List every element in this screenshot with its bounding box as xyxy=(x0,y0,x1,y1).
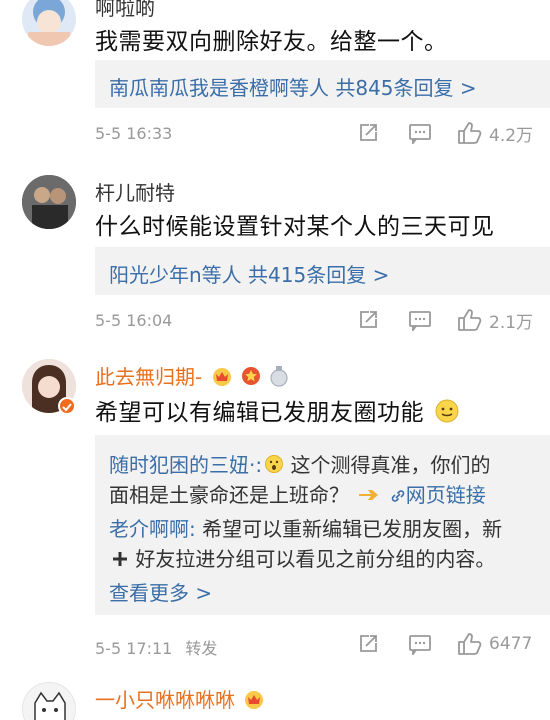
comment-3: 此去無归期- 希望可以有编辑已发朋友圈功能 随时犯困的三妞·: 这个测得真准，你… xyxy=(0,345,550,670)
reply-item-cont: 好友拉进分组可以看见之前分组的内容。 xyxy=(109,543,495,573)
comment-text: 希望可以有编辑已发朋友圈功能 xyxy=(95,393,460,430)
reply-text: 希望可以重新编辑已发朋友圈，新 xyxy=(195,517,503,541)
view-more-link[interactable]: 查看更多 > xyxy=(109,577,212,606)
comment-icon[interactable] xyxy=(408,120,432,146)
reply-summary-box[interactable]: 南瓜南瓜我是香橙啊等人 共845条回复 > xyxy=(95,60,550,108)
verified-badge-icon xyxy=(58,397,76,415)
like-count: 6477 xyxy=(489,634,533,654)
reply-text: 面相是土豪命还是上班命？ xyxy=(109,483,349,507)
link-icon[interactable] xyxy=(390,485,406,509)
comment-1: 啊啦啲 我需要双向删除好友。给整一个。 南瓜南瓜我是香橙啊等人 共845条回复 … xyxy=(0,0,550,165)
like-button[interactable]: 2.1万 xyxy=(457,307,533,333)
share-icon[interactable] xyxy=(357,307,379,333)
web-link[interactable]: 网页链接 xyxy=(406,483,486,507)
reply-user[interactable]: 老介啊啊: xyxy=(109,517,196,541)
reply-text: 好友拉进分组可以看见之前分组的内容。 xyxy=(135,547,496,571)
reply-user[interactable]: 随时犯困的三妞·: xyxy=(109,453,262,477)
avatar[interactable] xyxy=(22,175,76,229)
vip-crown-icon xyxy=(243,689,265,714)
comment-author[interactable]: 啊啦啲 xyxy=(95,0,155,21)
shocked-emoji-icon xyxy=(264,454,284,479)
comment-time: 5-5 16:33 xyxy=(95,124,173,143)
like-button[interactable]: 6477 xyxy=(457,631,532,657)
comment-4: 一小只咻咻咻咻 xyxy=(0,670,550,720)
comment-text-content: 希望可以有编辑已发朋友圈功能 xyxy=(95,400,424,426)
avatar[interactable] xyxy=(22,682,76,720)
share-icon[interactable] xyxy=(357,120,379,146)
like-count: 2.1万 xyxy=(489,312,534,333)
medal-icon xyxy=(241,366,261,391)
comment-icon[interactable] xyxy=(408,307,432,333)
comment-author[interactable]: 此去無归期- xyxy=(95,361,289,392)
comment-author[interactable]: 一小只咻咻咻咻 xyxy=(95,684,265,714)
reply-item[interactable]: 随时犯困的三妞·: 这个测得真准，你们的 xyxy=(109,449,490,479)
reply-text: 这个测得真准，你们的 xyxy=(284,453,491,477)
author-name-text: 此去無归期- xyxy=(95,365,203,389)
reply-item-cont: 面相是土豪命还是上班命？ 网页链接 xyxy=(109,479,486,509)
comment-time: 5-5 17:11 xyxy=(95,639,173,658)
plus-icon xyxy=(111,549,129,573)
reply-thread-box: 随时犯困的三妞·: 这个测得真准，你们的 面相是土豪命还是上班命？ 网页链接 老… xyxy=(95,435,550,615)
reply-summary-box[interactable]: 阳光少年n等人 共415条回复 > xyxy=(95,247,550,295)
comment-time: 5-5 16:04 xyxy=(95,311,173,330)
comment-author[interactable]: 杆儿耐特 xyxy=(95,177,175,206)
reply-item[interactable]: 老介啊啊: 希望可以重新编辑已发朋友圈，新 xyxy=(109,513,502,542)
avatar[interactable] xyxy=(22,0,76,46)
like-icon xyxy=(458,122,482,144)
like-icon xyxy=(458,309,482,331)
award-icon xyxy=(269,365,289,392)
comment-meta: 5-5 17:11 转发 xyxy=(95,635,217,659)
like-button[interactable]: 4.2万 xyxy=(457,120,533,146)
point-right-emoji-icon xyxy=(357,485,381,509)
comment-text: 我需要双向删除好友。给整一个。 xyxy=(95,29,448,55)
vip-crown-icon xyxy=(211,366,233,391)
smile-emoji-icon xyxy=(434,398,460,430)
author-name-text: 一小只咻咻咻咻 xyxy=(95,688,235,712)
comment-icon[interactable] xyxy=(408,631,432,657)
like-icon xyxy=(458,633,482,655)
comment-text: 什么时候能设置针对某个人的三天可见 xyxy=(95,214,495,240)
reply-summary-link[interactable]: 阳光少年n等人 共415条回复 > xyxy=(109,259,389,288)
like-count: 4.2万 xyxy=(489,125,534,146)
comment-2: 杆儿耐特 什么时候能设置针对某个人的三天可见 阳光少年n等人 共415条回复 >… xyxy=(0,165,550,345)
share-icon[interactable] xyxy=(357,631,379,657)
reply-summary-link[interactable]: 南瓜南瓜我是香橙啊等人 共845条回复 > xyxy=(109,72,477,101)
forward-link[interactable]: 转发 xyxy=(185,639,217,658)
